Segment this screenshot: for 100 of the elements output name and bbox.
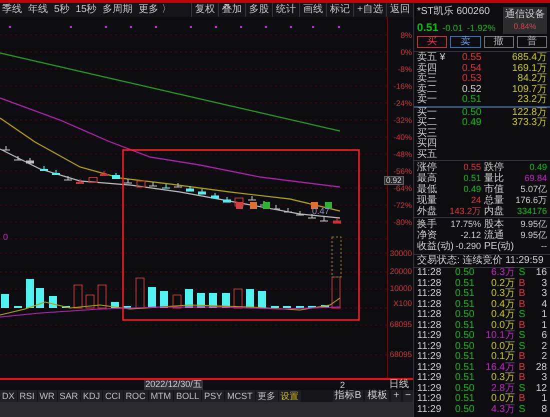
tick-side: S: [518, 404, 526, 415]
indicator-tab[interactable]: 更多: [256, 390, 278, 402]
sector-button[interactable]: 通信设备 0.84%: [503, 7, 547, 34]
trade-button[interactable]: 撤: [484, 36, 514, 48]
order-level-label: 卖三: [417, 74, 438, 84]
stat-value: 9.95亿: [519, 231, 547, 240]
trading-status: 交易状态: 连续竞价 11:29:59: [417, 256, 544, 266]
indicator-tab[interactable]: MTM: [148, 390, 174, 402]
stat-label: 总量: [483, 196, 505, 206]
stat-value: 0.49: [462, 185, 481, 194]
toolbar-button[interactable]: 统计: [272, 3, 300, 17]
trade-button[interactable]: 买: [417, 36, 448, 48]
trade-button[interactable]: 卖: [450, 36, 480, 48]
order-volume: 373.3万: [510, 118, 547, 128]
volume-bar: [321, 305, 329, 308]
volume-bar: [74, 284, 82, 308]
cursor-label: 2: [340, 381, 346, 390]
tick-time: 11:29: [417, 352, 442, 362]
volume-bar: [36, 288, 44, 308]
toolbar-button[interactable]: +自选: [353, 3, 386, 17]
indicator-tab[interactable]: RSI: [18, 390, 37, 402]
indicator-tab[interactable]: BOLL: [174, 390, 202, 402]
tick-price: 0.51: [455, 362, 476, 373]
price-change: -0.01: [442, 24, 463, 33]
indicator-tab[interactable]: ROC: [124, 390, 148, 402]
tick-volume: 0.0万: [491, 320, 515, 331]
price-axis-label: -72%: [393, 202, 412, 210]
stat-value: 9.95亿: [519, 220, 547, 229]
tick-time: 11:29: [417, 373, 442, 384]
candlestick: [284, 208, 292, 212]
trade-button[interactable]: 普: [516, 36, 547, 48]
stat-label: 净资: [417, 230, 437, 240]
period-tab[interactable]: 季线: [2, 5, 22, 15]
period-tab[interactable]: 5秒: [54, 5, 70, 15]
volume-bar: [136, 278, 144, 308]
indicator-tab[interactable]: WR: [38, 390, 57, 402]
candlestick: [333, 218, 341, 224]
volume-bar: [1, 294, 9, 308]
stat-value: 5.07亿: [519, 185, 547, 194]
candlestick: [100, 170, 108, 176]
tick-side: B: [518, 278, 526, 289]
toolbar-button[interactable]: 返回: [386, 3, 413, 17]
stat-value: 0.51: [462, 174, 481, 183]
candlestick: [320, 216, 328, 222]
tick-time: 11:29: [417, 384, 442, 394]
period-tab[interactable]: 年线: [28, 5, 48, 15]
date-label: 2022/12/30/五: [144, 380, 203, 390]
tick-price: 0.51: [455, 300, 476, 310]
template-tab[interactable]: 指标B: [332, 390, 364, 402]
indicator-tab[interactable]: MCST: [225, 390, 255, 402]
period-tab[interactable]: 15秒: [76, 5, 97, 15]
stat-label: 涨停: [417, 162, 437, 172]
indicator-axis-label: 68095: [390, 351, 412, 359]
candlestick: [149, 182, 157, 186]
stat-label: 现量: [417, 196, 437, 206]
order-price: 0.54: [462, 64, 482, 74]
candlestick: [308, 214, 316, 218]
signal-marker-icon: [263, 202, 270, 209]
tick-count: 12: [534, 384, 547, 394]
tick-volume: 0.3万: [490, 373, 515, 384]
stat-label: 量比: [483, 174, 505, 184]
toolbar-button[interactable]: 复权: [191, 3, 218, 17]
indicator-tab[interactable]: DX: [0, 390, 17, 402]
stat-label: 最高: [417, 174, 437, 184]
period-tab[interactable]: 更多 〉: [138, 5, 172, 15]
volume-bar: [86, 294, 94, 308]
candlestick: [14, 156, 22, 160]
toolbar-button[interactable]: 标记: [326, 3, 354, 17]
volume-axis-label: X100: [393, 300, 412, 308]
order-volume: 109.7万: [510, 84, 547, 95]
period-label: 日线: [389, 380, 410, 390]
toolbar-button[interactable]: 画线: [299, 3, 326, 17]
tick-count: 2: [540, 352, 547, 362]
template-tab[interactable]: −: [403, 390, 413, 402]
tick-volume: 0.2万: [490, 278, 515, 289]
candlestick: [272, 204, 280, 210]
order-price: 0.53: [462, 74, 482, 84]
indicator-axis-label: 68095: [390, 321, 412, 329]
volume-bar: [234, 288, 242, 308]
toolbar-button[interactable]: 叠加: [218, 3, 246, 17]
template-tab[interactable]: +: [391, 390, 402, 402]
candlestick: [52, 170, 60, 175]
indicator-tab[interactable]: SAR: [58, 390, 80, 402]
order-volume: 169.1万: [510, 64, 547, 74]
indicator-tab[interactable]: PSY: [202, 390, 224, 402]
tick-time: 11:28: [417, 289, 442, 300]
indicator-tab[interactable]: CCI: [103, 390, 123, 402]
indicator-tab[interactable]: KDJ: [81, 390, 102, 402]
tick-time: 11:28: [417, 300, 442, 310]
stat-label: 收益(动): [417, 242, 454, 252]
tick-volume: 4.3万: [490, 404, 515, 415]
tick-side: S: [518, 310, 526, 320]
order-level-label: 买二: [417, 118, 438, 128]
price-axis-label: -32%: [393, 116, 412, 124]
tick-count: 8: [540, 404, 547, 415]
toolbar-button[interactable]: 多股: [245, 3, 272, 17]
template-tab[interactable]: 模板: [365, 390, 390, 402]
indicator-tab[interactable]: 设置: [278, 390, 301, 402]
period-tab[interactable]: 多周期: [102, 5, 133, 15]
order-level-label: 卖二: [417, 84, 438, 95]
